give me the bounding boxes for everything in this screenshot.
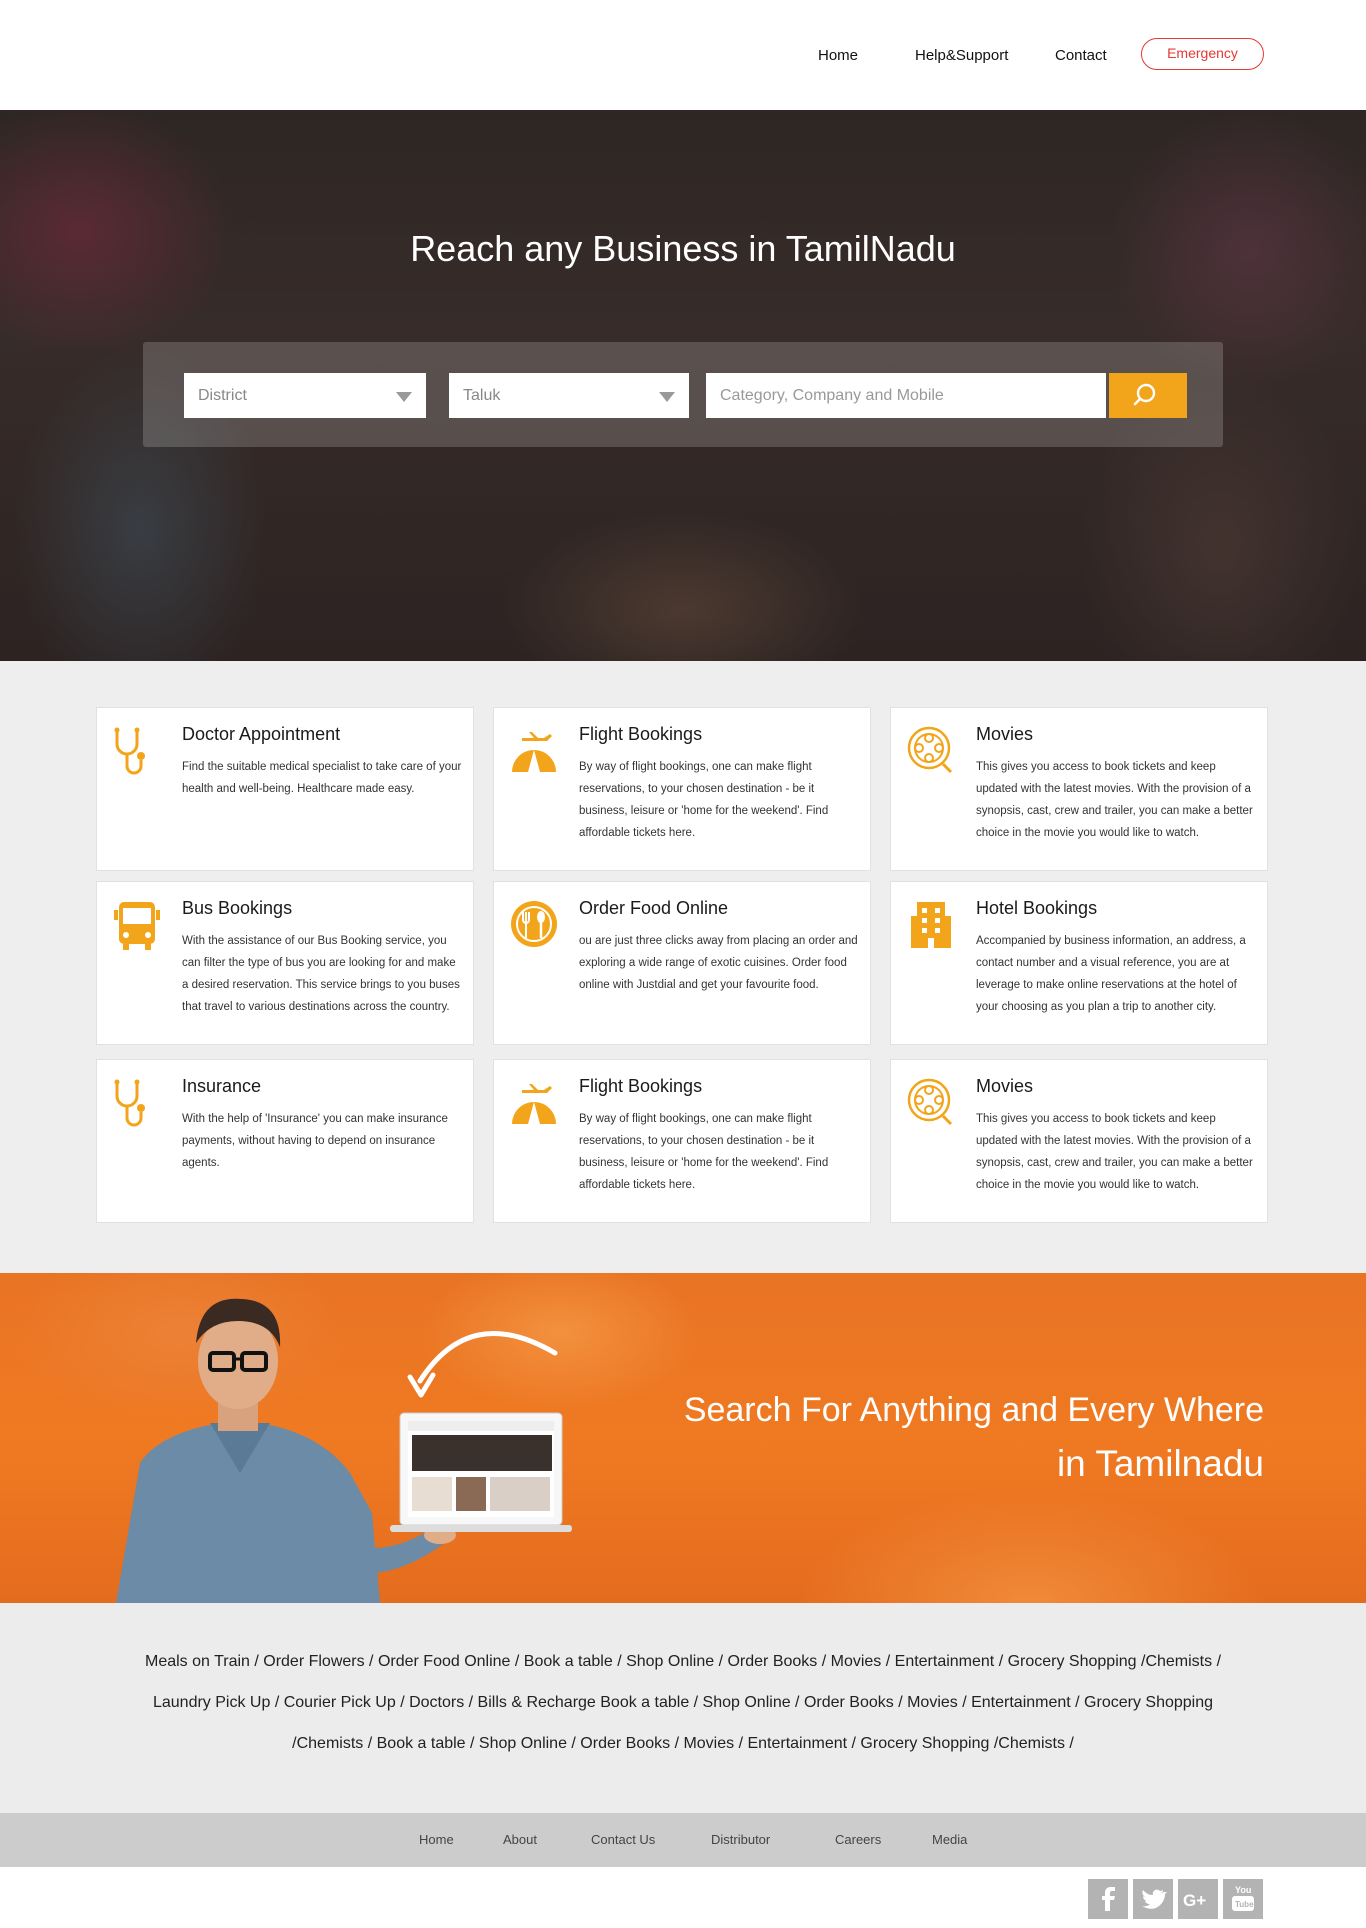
svg-text:G+: G+	[1183, 1891, 1206, 1910]
footer-home-link[interactable]: Home	[419, 1832, 454, 1847]
film-reel-icon	[907, 726, 953, 774]
search-panel: District Taluk	[143, 342, 1223, 447]
nav-help-support-link[interactable]: Help&Support	[915, 47, 1008, 64]
service-card-flight-2[interactable]: Flight Bookings By way of flight booking…	[493, 1059, 871, 1223]
service-title: Flight Bookings	[579, 1076, 703, 1096]
promo-line-1: Search For Anything and Every Where	[683, 1391, 1264, 1429]
service-title: Movies	[976, 1076, 1034, 1096]
search-button[interactable]	[1109, 373, 1187, 418]
chevron-down-icon	[659, 392, 675, 402]
taluk-select-label: Taluk	[463, 387, 501, 404]
services-section: Doctor Appointment Find the suitable med…	[0, 661, 1366, 1273]
service-card-movies[interactable]: Movies This gives you access to book tic…	[890, 707, 1268, 871]
service-description: With the help of 'Insurance' you can mak…	[182, 1113, 448, 1169]
service-title: Bus Bookings	[182, 898, 293, 918]
site-header: Home Help&Support Contact Emergency	[0, 0, 1366, 110]
promo-line-2: in Tamilnadu	[1056, 1443, 1264, 1484]
footer-contact-link[interactable]: Contact Us	[591, 1832, 655, 1847]
hero-title: Reach any Business in TamilNadu	[410, 228, 956, 269]
nav-contact-link[interactable]: Contact	[1055, 47, 1107, 64]
top-nav: Home Help&Support Contact Emergency	[0, 38, 1366, 72]
flight-icon	[512, 732, 556, 772]
promo-banner: Search For Anything and Every Where in T…	[0, 1273, 1366, 1603]
search-icon	[1133, 383, 1156, 406]
stethoscope-icon	[114, 727, 145, 775]
service-description: ou are just three clicks away from placi…	[579, 935, 858, 991]
flight-icon	[512, 1084, 556, 1124]
category-links-row[interactable]: /Chemists / Book a table / Shop Online /…	[0, 1735, 1366, 1753]
svg-text:You: You	[1235, 1885, 1251, 1895]
chevron-down-icon	[396, 392, 412, 402]
footer-nav: Home About Contact Us Distributor Career…	[0, 1813, 1366, 1867]
service-title: Movies	[976, 724, 1034, 744]
service-card-flight[interactable]: Flight Bookings By way of flight booking…	[493, 707, 871, 871]
service-title: Flight Bookings	[579, 724, 703, 744]
taluk-select[interactable]: Taluk	[449, 373, 689, 418]
category-links-section: Meals on Train / Order Flowers / Order F…	[0, 1603, 1366, 1813]
footer-bottom: G+ You Tube	[0, 1867, 1366, 1928]
service-description: This gives you access to book tickets an…	[976, 1113, 1253, 1191]
food-icon	[511, 901, 557, 947]
district-select-label: District	[198, 387, 247, 404]
footer-about-link[interactable]: About	[503, 1832, 537, 1847]
category-links-row[interactable]: Meals on Train / Order Flowers / Order F…	[0, 1653, 1366, 1671]
promo-person-illustration	[116, 1298, 572, 1603]
twitter-icon[interactable]	[1133, 1879, 1173, 1919]
facebook-icon[interactable]	[1088, 1879, 1128, 1919]
service-title: Order Food Online	[579, 898, 729, 918]
footer-distributor-link[interactable]: Distributor	[711, 1832, 770, 1847]
service-card-bus[interactable]: Bus Bookings With the assistance of our …	[96, 881, 474, 1045]
footer-careers-link[interactable]: Careers	[835, 1832, 881, 1847]
youtube-icon[interactable]: You Tube	[1223, 1879, 1263, 1919]
service-description: This gives you access to book tickets an…	[976, 761, 1253, 839]
google-plus-icon[interactable]: G+	[1178, 1879, 1218, 1919]
service-description: Accompanied by business information, an …	[976, 935, 1246, 1013]
emergency-button[interactable]: Emergency	[1141, 38, 1264, 70]
hotel-icon	[911, 902, 951, 948]
film-reel-icon	[907, 1078, 953, 1126]
service-description: With the assistance of our Bus Booking s…	[182, 935, 460, 1013]
footer-media-link[interactable]: Media	[932, 1832, 967, 1847]
category-links-row[interactable]: Laundry Pick Up / Courier Pick Up / Doct…	[0, 1694, 1366, 1712]
service-title: Doctor Appointment	[182, 724, 341, 744]
search-input[interactable]	[706, 373, 1106, 418]
service-title: Insurance	[182, 1076, 262, 1096]
promo-headline: Search For Anything and Every Where in T…	[564, 1383, 1264, 1491]
service-card-hotel[interactable]: Hotel Bookings Accompanied by business i…	[890, 881, 1268, 1045]
service-description: By way of flight bookings, one can make …	[579, 1113, 829, 1191]
nav-home-link[interactable]: Home	[818, 47, 858, 64]
service-description: Find the suitable medical specialist to …	[182, 761, 462, 795]
service-card-food[interactable]: Order Food Online ou are just three clic…	[493, 881, 871, 1045]
svg-text:Tube: Tube	[1235, 1900, 1254, 1909]
district-select[interactable]: District	[184, 373, 426, 418]
service-card-movies-2[interactable]: Movies This gives you access to book tic…	[890, 1059, 1268, 1223]
bus-icon	[114, 902, 160, 950]
service-description: By way of flight bookings, one can make …	[579, 761, 829, 839]
service-card-doctor[interactable]: Doctor Appointment Find the suitable med…	[96, 707, 474, 871]
hero-banner: Reach any Business in TamilNadu District…	[0, 110, 1366, 661]
stethoscope-icon	[114, 1079, 145, 1127]
service-card-insurance[interactable]: Insurance With the help of 'Insurance' y…	[96, 1059, 474, 1223]
service-title: Hotel Bookings	[976, 898, 1098, 918]
